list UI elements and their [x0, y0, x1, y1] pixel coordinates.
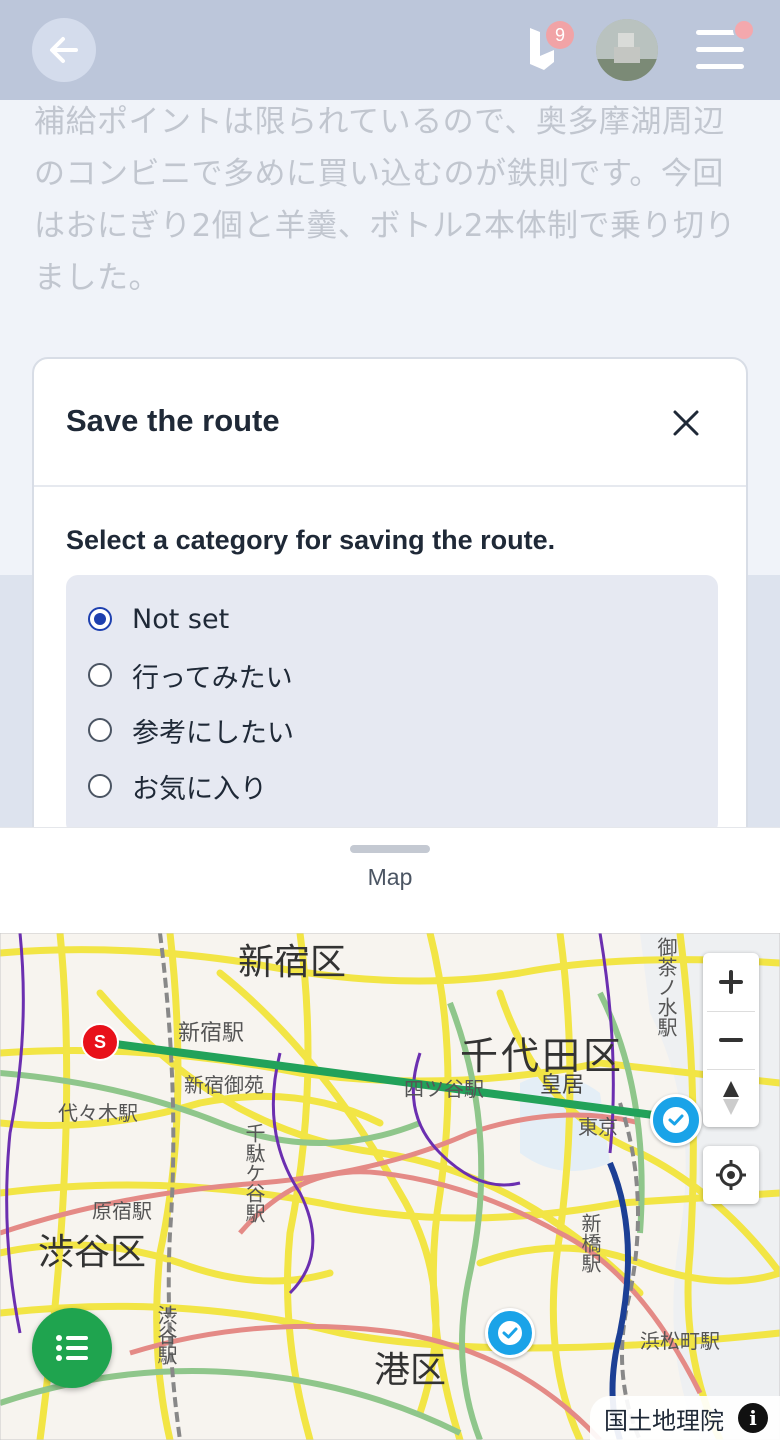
compass-button[interactable] [703, 1069, 759, 1127]
category-options: Not set 行ってみたい 参考にしたい お気に入り [66, 575, 718, 835]
map-label-harajuku-eki: 原宿駅 [92, 1199, 152, 1223]
check-icon [668, 1114, 684, 1126]
menu-line [696, 47, 744, 52]
notification-badge: 9 [546, 21, 574, 49]
map-attribution: 国土地理院 i [590, 1396, 780, 1440]
map-view[interactable]: 新宿区 千代田区 渋谷区 港区 新宿駅 新宿御苑 原宿駅 代々木駅 千駄ケ谷駅 … [0, 933, 780, 1440]
map-label-yoyogi-eki: 代々木駅 [58, 1101, 138, 1125]
map-label-shibuya-eki: 渋谷駅 [154, 1305, 178, 1365]
category-option-not-set[interactable]: Not set [88, 599, 229, 639]
map-label-ochanomizu: 御茶ノ水駅 [654, 937, 678, 1037]
drag-handle[interactable] [350, 845, 430, 853]
minus-icon [719, 1038, 743, 1042]
top-bar: 9 [0, 0, 780, 100]
category-option-want-to-go[interactable]: 行ってみたい [88, 655, 293, 695]
category-option-favorite[interactable]: お気に入り [88, 766, 267, 806]
waypoint-marker[interactable] [485, 1308, 535, 1358]
map-label-shinjuku-gyoen: 新宿御苑 [184, 1073, 264, 1097]
option-label: Not set [132, 603, 230, 635]
close-icon [673, 410, 699, 436]
map-label-shibuya-ku: 渋谷区 [38, 1232, 147, 1273]
check-icon [502, 1327, 518, 1339]
zoom-in-button[interactable] [703, 953, 759, 1011]
list-icon [56, 1335, 88, 1361]
map-label-kokyo: 皇居 [540, 1073, 585, 1098]
map-label-minato-ku: 港区 [374, 1350, 447, 1391]
radio-button[interactable] [88, 718, 112, 742]
list-button[interactable] [32, 1308, 112, 1388]
option-label: 行ってみたい [132, 662, 293, 694]
close-button[interactable] [666, 403, 706, 443]
map-label-sendagaya-eki: 千駄ケ谷駅 [242, 1123, 266, 1223]
zoom-out-button[interactable] [703, 1011, 759, 1069]
map-label-yotsuya-eki: 四ツ谷駅 [404, 1077, 484, 1101]
modal-subtitle: Select a category for saving the route. [66, 525, 556, 555]
marker-inner [497, 1320, 523, 1346]
option-label: 参考にしたい [132, 717, 294, 749]
modal-title: Save the route [66, 403, 280, 438]
marker-inner [663, 1107, 689, 1133]
start-marker[interactable]: S [81, 1023, 119, 1061]
waypoint-marker[interactable] [650, 1094, 702, 1146]
bottom-sheet: Map [0, 827, 780, 934]
category-option-reference[interactable]: 参考にしたい [88, 710, 294, 750]
plus-icon [719, 970, 743, 994]
sheet-label: Map [367, 864, 413, 890]
map-label-tokyo: 東京 [578, 1115, 618, 1139]
attribution-text: 国土地理院 [604, 1406, 724, 1435]
locate-button[interactable] [703, 1146, 759, 1204]
back-button[interactable] [32, 18, 96, 82]
radio-button[interactable] [88, 607, 112, 631]
arrow-left-icon [50, 37, 78, 63]
map-zoom-controls [703, 953, 759, 1127]
save-route-modal: Save the route Select a category for sav… [32, 357, 748, 857]
menu-line [696, 64, 744, 69]
map-label-shinbashi-eki: 新橋駅 [578, 1213, 602, 1273]
map-label-hamamatsucho-eki: 浜松町駅 [640, 1329, 720, 1353]
info-icon[interactable]: i [738, 1403, 768, 1433]
crosshair-icon [716, 1160, 746, 1190]
radio-button[interactable] [88, 663, 112, 687]
avatar-photo [596, 19, 658, 81]
avatar[interactable] [596, 19, 658, 81]
option-label: お気に入り [132, 773, 267, 805]
map-label-shinjuku-ku: 新宿区 [238, 942, 347, 983]
modal-divider [34, 485, 746, 487]
radio-button[interactable] [88, 774, 112, 798]
article-body-text: 補給ポイントは限られているので、奥多摩湖周辺のコンビニで多めに買い込むのが鉄則で… [34, 104, 736, 296]
compass-icon [723, 1081, 739, 1115]
menu-notification-dot [733, 19, 755, 41]
map-label-shinjuku-eki: 新宿駅 [178, 1021, 245, 1046]
